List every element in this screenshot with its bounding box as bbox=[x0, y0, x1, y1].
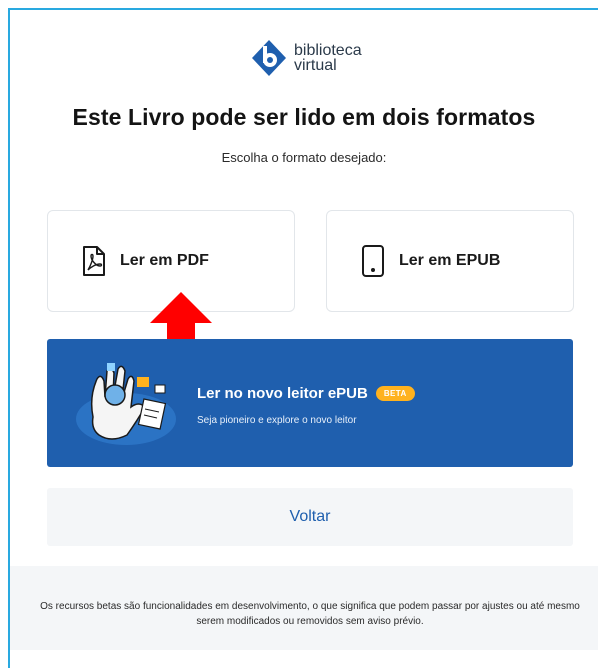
beta-badge: BETA bbox=[375, 386, 415, 401]
pdf-file-icon bbox=[83, 246, 105, 276]
logo-wordmark: biblioteca virtual bbox=[294, 42, 362, 74]
logo-line-2: virtual bbox=[294, 57, 337, 74]
banner-title-text: Ler no novo leitor ePUB bbox=[197, 385, 368, 402]
read-epub-button[interactable]: Ler em EPUB bbox=[326, 210, 574, 312]
page-title: Este Livro pode ser lido em dois formato… bbox=[72, 104, 536, 130]
tablet-icon bbox=[362, 245, 384, 277]
back-button[interactable]: Voltar bbox=[47, 488, 573, 546]
banner-title: Ler no novo leitor ePUB BETA bbox=[197, 385, 415, 402]
footer-note-area: Os recursos betas são funcionalidades em… bbox=[10, 566, 598, 650]
banner-subtitle: Seja pioneiro e explore o novo leitor bbox=[197, 415, 357, 426]
brand-logo: biblioteca virtual bbox=[250, 38, 362, 78]
read-epub-label: Ler em EPUB bbox=[399, 252, 501, 269]
new-epub-reader-banner[interactable]: Ler no novo leitor ePUB BETA Seja pionei… bbox=[47, 339, 573, 467]
hand-waving-illustration-icon bbox=[76, 363, 176, 445]
read-pdf-label: Ler em PDF bbox=[120, 252, 209, 269]
biblioteca-virtual-logo-icon bbox=[252, 40, 286, 76]
logo-line-1: biblioteca bbox=[294, 42, 362, 59]
page-subtitle: Escolha o formato desejado: bbox=[221, 150, 387, 165]
footer-note: Os recursos betas são funcionalidades em… bbox=[40, 601, 580, 627]
